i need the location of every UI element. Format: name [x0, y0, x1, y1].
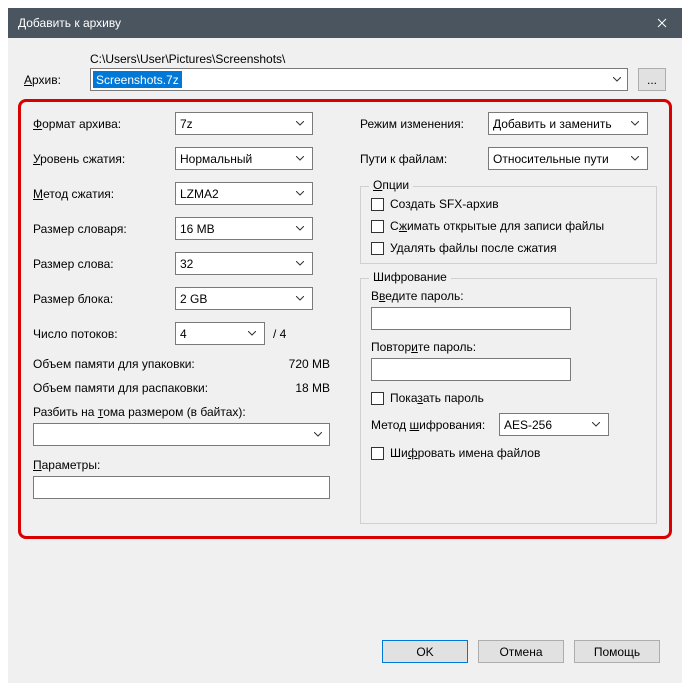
mem-pack-label: Объем памяти для упаковки:: [33, 357, 195, 371]
threads-select[interactable]: 4: [175, 322, 265, 345]
word-label: Размер слова:: [33, 257, 175, 271]
mode-label: Режим изменения:: [360, 117, 488, 131]
chevron-down-icon: [627, 121, 643, 126]
ok-button[interactable]: OK: [382, 640, 468, 663]
close-button[interactable]: [642, 8, 682, 38]
options-legend: Опции: [369, 178, 413, 192]
block-select[interactable]: 2 GB: [175, 287, 313, 310]
chevron-down-icon: [292, 296, 308, 301]
checkbox-icon: [371, 242, 384, 255]
checkbox-icon: [371, 220, 384, 233]
browse-button[interactable]: ...: [638, 68, 666, 91]
password-input[interactable]: [371, 307, 571, 330]
archive-label: Архив:: [24, 73, 80, 91]
paths-label: Пути к файлам:: [360, 152, 488, 166]
format-select[interactable]: 7z: [175, 112, 313, 135]
encrypt-names-checkbox[interactable]: Шифровать имена файлов: [371, 446, 646, 460]
chevron-down-icon: [292, 191, 308, 196]
method-select[interactable]: LZMA2: [175, 182, 313, 205]
format-label: Формат архива:: [33, 117, 175, 131]
word-select[interactable]: 32: [175, 252, 313, 275]
method-label: Метод сжатия:: [33, 187, 175, 201]
chevron-down-icon: [292, 156, 308, 161]
level-select[interactable]: Нормальный: [175, 147, 313, 170]
dict-label: Размер словаря:: [33, 222, 175, 236]
level-label: Уровень сжатия:: [33, 152, 175, 166]
encryption-fieldset: Шифрование Введите пароль: Повторите пар…: [360, 278, 657, 524]
sfx-checkbox[interactable]: Создать SFX-архив: [371, 197, 646, 211]
password-label: Введите пароль:: [371, 289, 646, 303]
archive-name-combo[interactable]: Screenshots.7z: [90, 68, 628, 91]
chevron-down-icon: [292, 261, 308, 266]
checkbox-icon: [371, 447, 384, 460]
mem-pack-value: 720 MB: [289, 357, 330, 371]
delete-checkbox[interactable]: Удалять файлы после сжатия: [371, 241, 646, 255]
chevron-down-icon: [309, 426, 327, 443]
chevron-down-icon: [608, 70, 626, 89]
mode-select[interactable]: Добавить и заменить: [488, 112, 648, 135]
chevron-down-icon: [292, 226, 308, 231]
password2-input[interactable]: [371, 358, 571, 381]
mem-unpack-value: 18 MB: [295, 381, 330, 395]
encryption-legend: Шифрование: [369, 270, 451, 284]
checkbox-icon: [371, 198, 384, 211]
block-label: Размер блока:: [33, 292, 175, 306]
split-label: Разбить на тома размером (в байтах):: [33, 405, 330, 419]
params-label: Параметры:: [33, 458, 330, 472]
archive-filename: Screenshots.7z: [93, 71, 182, 88]
password2-label: Повторите пароль:: [371, 340, 646, 354]
checkbox-icon: [371, 392, 384, 405]
options-fieldset: Опции Создать SFX-архив Сжимать открытые…: [360, 186, 657, 264]
window-title: Добавить к архиву: [18, 16, 642, 30]
paths-select[interactable]: Относительные пути: [488, 147, 648, 170]
help-button[interactable]: Помощь: [574, 640, 660, 663]
titlebar: Добавить к архиву: [8, 8, 682, 38]
params-input[interactable]: [33, 476, 330, 499]
dict-select[interactable]: 16 MB: [175, 217, 313, 240]
split-combo[interactable]: [33, 423, 330, 446]
archive-path: C:\Users\User\Pictures\Screenshots\: [90, 52, 628, 66]
cancel-button[interactable]: Отмена: [478, 640, 564, 663]
chevron-down-icon: [244, 331, 260, 336]
highlighted-region: Формат архива: 7z Уровень сжатия: Нормал…: [18, 99, 672, 539]
enc-method-select[interactable]: AES-256: [499, 413, 609, 436]
threads-max: / 4: [273, 327, 286, 341]
close-icon: [657, 18, 667, 28]
mem-unpack-label: Объем памяти для распаковки:: [33, 381, 208, 395]
threads-label: Число потоков:: [33, 327, 175, 341]
chevron-down-icon: [588, 422, 604, 427]
chevron-down-icon: [627, 156, 643, 161]
chevron-down-icon: [292, 121, 308, 126]
show-password-checkbox[interactable]: Показать пароль: [371, 391, 646, 405]
shared-checkbox[interactable]: Сжимать открытые для записи файлы: [371, 219, 646, 233]
enc-method-label: Метод шифрования:: [371, 418, 499, 432]
